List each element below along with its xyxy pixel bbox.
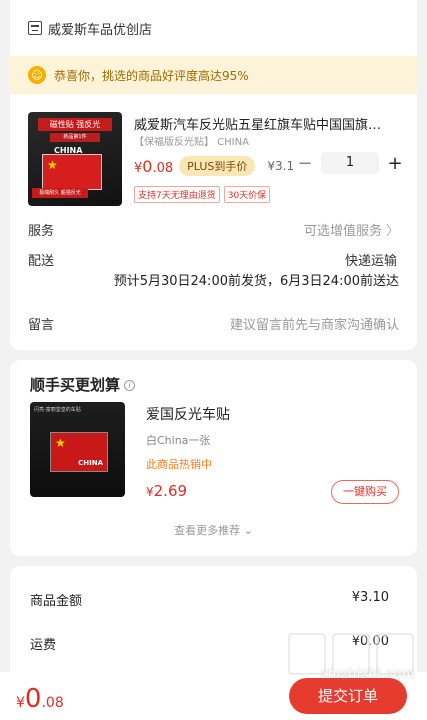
store-name[interactable]: 威爱斯车品优创店	[48, 19, 152, 38]
quantity-input[interactable]: 1	[321, 152, 379, 174]
delivery-detail: 预计5月30日24:00前发货，6月3日24:00前送达	[113, 274, 399, 289]
thumb-flag-text: CHINA	[54, 146, 83, 155]
store-icon	[28, 21, 42, 35]
original-price: ¥3.1	[267, 159, 295, 173]
service-label: 服务	[28, 224, 55, 239]
decrease-button[interactable]: −	[295, 153, 315, 174]
china-flag-image: ★	[42, 154, 102, 190]
thumb-banner: 磁性贴 强反光	[38, 118, 112, 131]
store-order-card: 威爱斯车品优创店 ☺ 恭喜你，挑选的商品好评度高达95% 磁性贴 强反光 新品第…	[10, 0, 417, 350]
rating-notice-text: 恭喜你，挑选的商品好评度高达95%	[54, 68, 249, 83]
recommend-thumbnail[interactable]: 闪亮-富丽堂皇的车贴 ★ CHINA	[30, 402, 125, 497]
one-click-buy-button[interactable]: 一键购买	[331, 480, 399, 504]
product-item: 磁性贴 强反光 新品第1件 ★ CHINA 极端耐久 超强反光 威爱斯汽车反光贴…	[28, 112, 405, 208]
amount-row: 商品金额 ¥3.10	[30, 590, 389, 609]
thumb-top: 闪亮-富丽堂皇的车贴	[34, 407, 81, 413]
quantity-stepper: − 1 +	[295, 152, 405, 174]
chevron-right-icon: 〉	[385, 224, 399, 239]
china-flag-image: ★ CHINA	[50, 432, 108, 472]
service-row[interactable]: 服务 可选增值服务〉	[28, 220, 399, 239]
recommend-item-spec: 白China一张	[146, 434, 211, 447]
price-row: ¥0.08 PLUS到手价 ¥3.1	[134, 156, 294, 176]
recommend-card: 顺手买更划算 i 闪亮-富丽堂皇的车贴 ★ CHINA 爱国反光车贴 白China…	[10, 360, 417, 556]
amount-value: ¥3.10	[351, 590, 389, 605]
recommend-price: ¥2.69	[146, 482, 188, 500]
rating-notice: ☺ 恭喜你，挑选的商品好评度高达95%	[10, 56, 417, 94]
shipping-label: 运费	[30, 638, 57, 653]
watermark-url: zhizhizhi.com	[320, 667, 415, 682]
thumb-flag-text: CHINA	[78, 459, 103, 467]
more-recommend-link[interactable]: 查看更多推荐 ⌄	[10, 522, 417, 538]
product-price: ¥0.08	[134, 156, 174, 176]
plus-price-tag: PLUS到手价	[179, 156, 256, 176]
recommend-item-name[interactable]: 爱国反光车贴	[146, 404, 230, 424]
price-protect-tag: 30天价保	[223, 186, 271, 203]
delivery-method: 快递运输	[344, 254, 397, 269]
thumbs-up-icon: ☺	[28, 66, 46, 84]
increase-button[interactable]: +	[385, 153, 405, 174]
service-tags: 支持7天无理由退货 30天价保	[134, 186, 274, 203]
delivery-label: 配送	[28, 254, 55, 269]
store-header[interactable]: 威爱斯车品优创店	[10, 0, 417, 56]
star-icon: ★	[47, 158, 58, 172]
note-input[interactable]: 建议留言前先与商家沟通确认	[230, 314, 399, 333]
thumb-sub: 新品第1件	[50, 133, 100, 142]
return-policy-tag: 支持7天无理由退货	[134, 186, 220, 203]
product-title[interactable]: 威爱斯汽车反光贴五星红旗车贴中国国旗…	[134, 114, 404, 133]
delivery-row[interactable]: 配送 快递运输	[28, 250, 399, 269]
note-label: 留言	[28, 318, 55, 333]
info-icon[interactable]: i	[124, 380, 136, 391]
service-value: 可选增值服务〉	[303, 224, 399, 239]
total-price: ¥0.08	[16, 684, 64, 714]
amount-label: 商品金额	[30, 594, 83, 609]
recommend-title: 顺手买更划算 i	[30, 374, 136, 395]
product-thumbnail[interactable]: 磁性贴 强反光 新品第1件 ★ CHINA 极端耐久 超强反光	[28, 112, 122, 206]
thumb-bottom: 极端耐久 超强反光	[32, 188, 88, 198]
watermark-logo: zhizhizhi.com	[283, 628, 423, 686]
note-row[interactable]: 留言 建议留言前先与商家沟通确认	[28, 314, 399, 333]
recommend-hot-label: 此商品热销中	[146, 458, 212, 471]
star-icon: ★	[55, 436, 66, 450]
product-spec[interactable]: 【保福版反光贴】 CHINA	[134, 133, 249, 148]
chevron-down-icon: ⌄	[240, 524, 253, 537]
